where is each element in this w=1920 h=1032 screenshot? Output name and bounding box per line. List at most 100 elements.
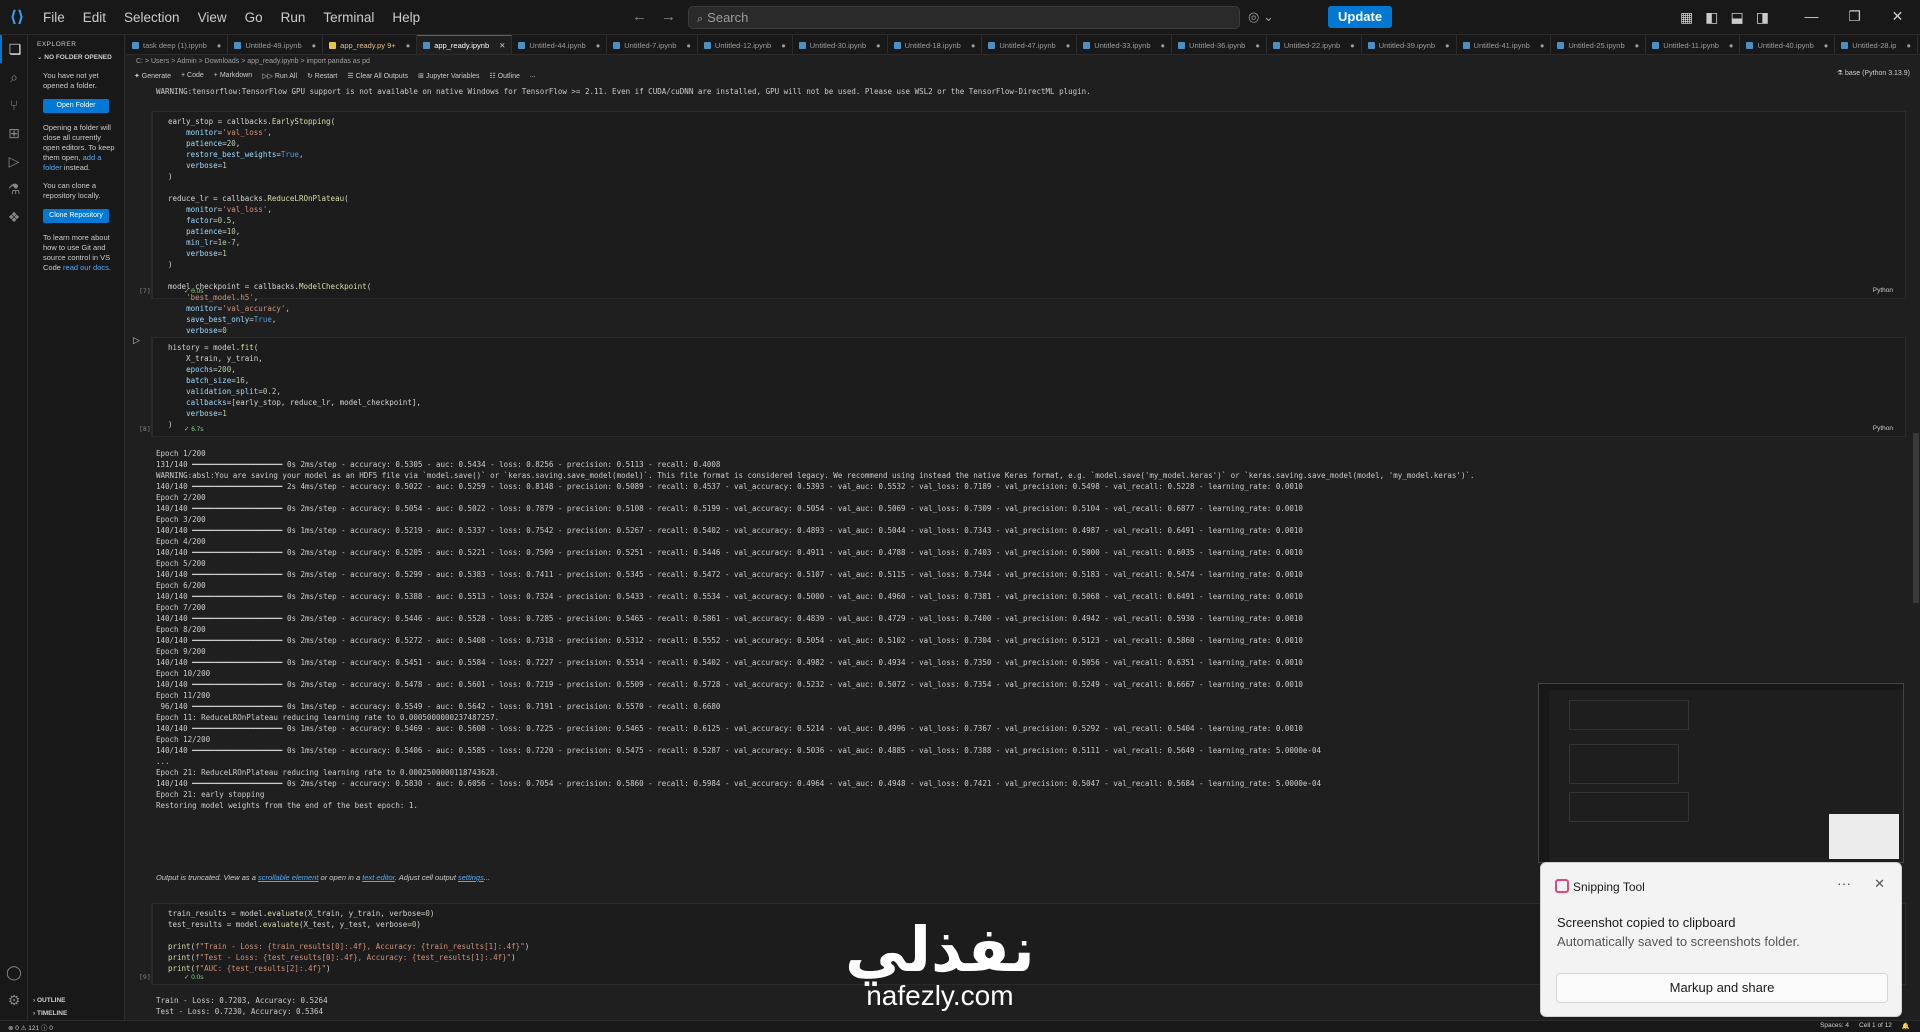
unsaved-dot-icon[interactable]: ● xyxy=(1066,41,1071,50)
customize-layout-icon[interactable]: ▦ xyxy=(1680,9,1693,26)
unsaved-dot-icon[interactable]: ● xyxy=(406,41,411,50)
notifications-bell-icon[interactable]: 🔔 xyxy=(1902,1022,1910,1030)
menu-run[interactable]: Run xyxy=(272,0,315,35)
run-debug-icon[interactable]: ▷ xyxy=(0,147,28,175)
toolbar-jupyter-variables[interactable]: ⊞ Jupyter Variables xyxy=(418,72,479,80)
indentation-status[interactable]: Spaces: 4 xyxy=(1820,1022,1849,1030)
run-cell-icon[interactable]: ▷ xyxy=(133,335,140,346)
unsaved-dot-icon[interactable]: ● xyxy=(876,41,881,50)
tab-untitled-11-ipynb[interactable]: Untitled-11.ipynb ● xyxy=(1646,35,1741,54)
vertical-scrollbar[interactable] xyxy=(1912,83,1920,1020)
account-icon[interactable]: ◯ xyxy=(0,958,28,986)
cell-code[interactable]: history = model.fit( X_train, y_train, e… xyxy=(168,342,421,430)
tab-untitled-18-ipynb[interactable]: Untitled-18.ipynb ● xyxy=(888,35,983,54)
read-docs-link[interactable]: read our docs xyxy=(63,263,109,272)
markup-and-share-button[interactable]: Markup and share xyxy=(1556,973,1888,1003)
menu-selection[interactable]: Selection xyxy=(115,0,189,35)
back-arrow-icon[interactable]: ← xyxy=(632,8,647,25)
unsaved-dot-icon[interactable]: ● xyxy=(1729,41,1734,50)
tab-untitled-7-ipynb[interactable]: Untitled-7.ipynb ● xyxy=(607,35,698,54)
tab-untitled-41-ipynb[interactable]: Untitled-41.ipynb ● xyxy=(1457,35,1552,54)
forward-arrow-icon[interactable]: → xyxy=(661,8,676,25)
outline-section[interactable]: › OUTLINE xyxy=(33,997,66,1004)
close-tab-icon[interactable]: ✕ xyxy=(499,41,505,50)
menu-file[interactable]: File xyxy=(34,0,74,35)
unsaved-dot-icon[interactable]: ● xyxy=(596,41,601,50)
toolbar-markdown[interactable]: + Markdown xyxy=(214,72,252,79)
unsaved-dot-icon[interactable]: ● xyxy=(1635,41,1640,50)
tab-untitled-36-ipynb[interactable]: Untitled-36.ipynb ● xyxy=(1172,35,1267,54)
tab-untitled-47-ipynb[interactable]: Untitled-47.ipynb ● xyxy=(982,35,1078,54)
toggle-secondary-sidebar-icon[interactable]: ◨ xyxy=(1756,9,1769,26)
menu-view[interactable]: View xyxy=(189,0,236,35)
cell-language[interactable]: Python xyxy=(1873,425,1893,432)
toggle-sidebar-icon[interactable]: ◧ xyxy=(1705,9,1718,26)
tab-untitled-40-ipynb[interactable]: Untitled-40.ipynb ● xyxy=(1740,35,1836,54)
open-folder-button[interactable]: Open Folder xyxy=(43,99,109,113)
tab-app-ready-py-9-[interactable]: app_ready.py 9+ ● xyxy=(323,35,418,54)
sidebar-section-title[interactable]: ⌄ NO FOLDER OPENED xyxy=(37,53,119,61)
tab-untitled-28-ip[interactable]: Untitled-28.ip ● xyxy=(1835,35,1919,54)
screenshot-thumbnail[interactable] xyxy=(1538,683,1904,863)
scrollbar-thumb[interactable] xyxy=(1913,433,1919,603)
toolbar-run-all[interactable]: ▷▷ Run All xyxy=(262,72,297,80)
source-control-icon[interactable]: ⑂ xyxy=(0,91,28,119)
manage-gear-icon[interactable]: ⚙ xyxy=(0,986,28,1014)
testing-icon[interactable]: ⚗ xyxy=(0,175,28,203)
search-input[interactable]: ⌕ Search xyxy=(688,6,1240,29)
code-cell[interactable]: early_stop = callbacks.EarlyStopping( mo… xyxy=(139,111,1906,346)
minimize-icon[interactable]: — xyxy=(1790,0,1833,33)
problems-status[interactable]: ⊗ 0 ⚠ 121 ⓘ 0 xyxy=(8,1022,53,1032)
search-activity-icon[interactable]: ⌕ xyxy=(0,63,28,91)
settings-link[interactable]: settings xyxy=(458,873,484,882)
code-cell[interactable]: ▷ history = model.fit( X_train, y_train,… xyxy=(133,335,1906,437)
menu-edit[interactable]: Edit xyxy=(74,0,115,35)
tab-task-deep-1-ipynb[interactable]: task deep (1).ipynb ● xyxy=(126,35,229,54)
tab-untitled-49-ipynb[interactable]: Untitled-49.ipynb ● xyxy=(228,35,324,54)
tab-untitled-39-ipynb[interactable]: Untitled-39.ipynb ● xyxy=(1362,35,1457,54)
unsaved-dot-icon[interactable]: ● xyxy=(1906,41,1911,50)
unsaved-dot-icon[interactable]: ● xyxy=(1255,41,1260,50)
scrollable-element-link[interactable]: scrollable element xyxy=(258,873,318,882)
tab-untitled-30-ipynb[interactable]: Untitled-30.ipynb ● xyxy=(793,35,888,54)
toggle-panel-icon[interactable]: ⬓ xyxy=(1730,9,1743,26)
toolbar-outline[interactable]: ☷ Outline xyxy=(490,72,520,80)
tab-untitled-33-ipynb[interactable]: Untitled-33.ipynb ● xyxy=(1077,35,1173,54)
menu-go[interactable]: Go xyxy=(236,0,272,35)
explorer-icon[interactable]: ❏ xyxy=(0,35,28,63)
clone-repository-button[interactable]: Clone Repository xyxy=(43,209,109,223)
toolbar-code[interactable]: + Code xyxy=(181,72,204,79)
tab-untitled-25-ipynb[interactable]: Untitled-25.ipynb ● xyxy=(1551,35,1647,54)
cell-position-status[interactable]: Cell 1 of 12 xyxy=(1859,1022,1892,1030)
tab-untitled-22-ipynb[interactable]: Untitled-22.ipynb ● xyxy=(1267,35,1362,54)
toolbar-generate[interactable]: ✦ Generate xyxy=(134,72,171,80)
close-notification-icon[interactable]: ✕ xyxy=(1874,876,1885,892)
cell-language[interactable]: Python xyxy=(1873,287,1893,294)
menu-terminal[interactable]: Terminal xyxy=(314,0,383,35)
unsaved-dot-icon[interactable]: ● xyxy=(217,41,222,50)
toolbar-[interactable]: ... xyxy=(530,72,536,79)
unsaved-dot-icon[interactable]: ● xyxy=(1350,41,1355,50)
tab-app-ready-ipynb[interactable]: app_ready.ipynb ✕ xyxy=(417,35,513,54)
restore-icon[interactable]: ❐ xyxy=(1833,0,1876,33)
unsaved-dot-icon[interactable]: ● xyxy=(971,41,976,50)
unsaved-dot-icon[interactable]: ● xyxy=(1161,41,1166,50)
breadcrumb[interactable]: C: > Users > Admin > Downloads > app_rea… xyxy=(126,55,1920,68)
unsaved-dot-icon[interactable]: ● xyxy=(686,41,691,50)
more-options-icon[interactable]: ··· xyxy=(1837,875,1851,891)
timeline-section[interactable]: › TIMELINE xyxy=(33,1010,67,1017)
extensions-icon[interactable]: ⊞ xyxy=(0,119,28,147)
text-editor-link[interactable]: text editor xyxy=(362,873,395,882)
unsaved-dot-icon[interactable]: ● xyxy=(1445,41,1450,50)
tab-untitled-12-ipynb[interactable]: Untitled-12.ipynb ● xyxy=(698,35,793,54)
unsaved-dot-icon[interactable]: ● xyxy=(1824,41,1829,50)
unsaved-dot-icon[interactable]: ● xyxy=(312,41,317,50)
copilot-icon[interactable]: ◎ ⌄ xyxy=(1248,9,1274,25)
tab-untitled-44-ipynb[interactable]: Untitled-44.ipynb ● xyxy=(512,35,608,54)
cell-code[interactable]: train_results = model.evaluate(X_train, … xyxy=(168,908,529,974)
close-window-icon[interactable]: ✕ xyxy=(1876,0,1919,33)
kernel-picker[interactable]: ⚗ base (Python 3.13.9) xyxy=(1837,69,1910,77)
python-icon[interactable]: ❖ xyxy=(0,203,28,231)
unsaved-dot-icon[interactable]: ● xyxy=(1540,41,1545,50)
menu-help[interactable]: Help xyxy=(383,0,429,35)
